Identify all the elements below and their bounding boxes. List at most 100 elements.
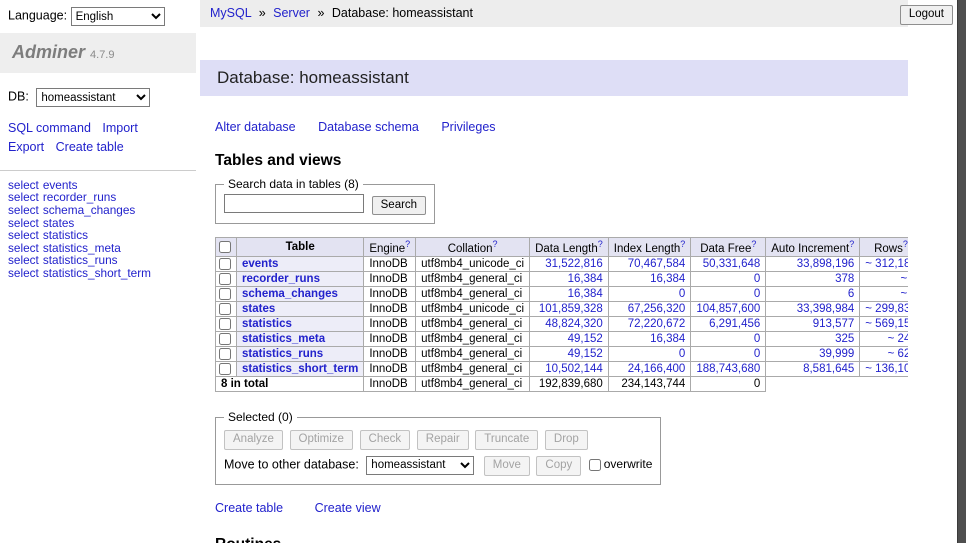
auto-increment-link[interactable]: 8,581,645 (803, 363, 854, 375)
overwrite-option[interactable]: overwrite (588, 457, 653, 471)
table-link[interactable]: statistics_short_term (242, 363, 358, 375)
create-table-link[interactable]: Create table (215, 501, 283, 515)
repair-button[interactable]: Repair (417, 430, 469, 450)
alter-database-link[interactable]: Alter database (215, 120, 296, 134)
language-select[interactable]: English (71, 7, 165, 26)
create-table-link[interactable]: Create table (56, 140, 124, 154)
table-link[interactable]: states (242, 303, 275, 315)
select-link[interactable]: select (8, 203, 39, 217)
rows-count-link[interactable]: ~ 628 (888, 348, 908, 360)
table-link[interactable]: statistics_runs (242, 348, 323, 360)
auto-increment-link[interactable]: 325 (835, 333, 854, 345)
auto-increment-link[interactable]: 39,999 (819, 348, 854, 360)
optimize-button[interactable]: Optimize (290, 430, 353, 450)
import-link[interactable]: Import (102, 121, 137, 135)
logout-button[interactable]: Logout (900, 5, 953, 25)
sql-command-link[interactable]: SQL command (8, 121, 91, 135)
index-length-link[interactable]: 67,256,320 (628, 303, 686, 315)
index-length-link[interactable]: 24,166,400 (628, 363, 686, 375)
rows-count-link[interactable]: ~ 312,180 (865, 258, 908, 270)
create-view-link[interactable]: Create view (315, 501, 381, 515)
data-free-link[interactable]: 6,291,456 (709, 318, 760, 330)
rows-count-link[interactable]: ~ 299,833 (865, 303, 908, 315)
collation-help-link[interactable]: ? (492, 239, 497, 249)
table-link[interactable]: statistics_short_term (43, 266, 151, 280)
row-checkbox[interactable] (219, 273, 231, 285)
table-link[interactable]: statistics_meta (242, 333, 325, 345)
truncate-button[interactable]: Truncate (475, 430, 538, 450)
auto-increment-link[interactable]: 6 (848, 288, 854, 300)
data-length-link[interactable]: 49,152 (568, 348, 603, 360)
database-schema-link[interactable]: Database schema (318, 120, 419, 134)
search-button[interactable]: Search (372, 196, 426, 216)
move-database-select[interactable]: homeassistant (366, 456, 474, 475)
analyze-button[interactable]: Analyze (224, 430, 283, 450)
select-link[interactable]: select (8, 266, 39, 280)
index-length-link[interactable]: 0 (679, 348, 685, 360)
breadcrumb-link-server[interactable]: Server (273, 6, 310, 20)
adminer-logo-link[interactable]: Adminer (12, 42, 85, 62)
row-checkbox[interactable] (219, 318, 231, 330)
rows-count-link[interactable]: ~ 244 (888, 333, 908, 345)
data-length-link[interactable]: 48,824,320 (545, 318, 603, 330)
vertical-scrollbar[interactable] (957, 0, 966, 543)
table-link[interactable]: schema_changes (43, 203, 135, 217)
index-length-link[interactable]: 0 (679, 288, 685, 300)
auto-increment-help-link[interactable]: ? (849, 239, 854, 249)
data-free-link[interactable]: 0 (754, 333, 760, 345)
overwrite-checkbox[interactable] (589, 459, 601, 471)
move-row: Move to other database: homeassistant Mo… (224, 456, 652, 476)
auto-increment-link[interactable]: 33,898,196 (797, 258, 855, 270)
data-length-link[interactable]: 101,859,328 (539, 303, 603, 315)
index-length-link[interactable]: 16,384 (650, 273, 685, 285)
auto-increment-link[interactable]: 33,398,984 (797, 303, 855, 315)
index-length-link[interactable]: 16,384 (650, 333, 685, 345)
auto-increment-link[interactable]: 913,577 (813, 318, 855, 330)
engine-help-link[interactable]: ? (405, 239, 410, 249)
rows-help-link[interactable]: ? (903, 239, 908, 249)
table-link[interactable]: statistics (242, 318, 292, 330)
search-input[interactable] (224, 194, 364, 213)
table-row-states: states InnoDB utf8mb4_unicode_ci 101,859… (216, 302, 909, 317)
export-link[interactable]: Export (8, 140, 44, 154)
data-length-link[interactable]: 49,152 (568, 333, 603, 345)
data-free-link[interactable]: 104,857,600 (696, 303, 760, 315)
rows-count-link[interactable]: ~ 136,108 (865, 363, 908, 375)
data-free-link[interactable]: 188,743,680 (696, 363, 760, 375)
move-button[interactable]: Move (484, 456, 530, 476)
table-link[interactable]: schema_changes (242, 288, 338, 300)
row-checkbox[interactable] (219, 303, 231, 315)
breadcrumb-link-mysql[interactable]: MySQL (210, 6, 251, 20)
data-length-link[interactable]: 16,384 (568, 288, 603, 300)
data-length-link[interactable]: 10,502,144 (545, 363, 603, 375)
data-free-help-link[interactable]: ? (751, 239, 756, 249)
auto-increment-link[interactable]: 378 (835, 273, 854, 285)
rows-count-link[interactable]: ~ 569,159 (865, 318, 908, 330)
table-link[interactable]: events (242, 258, 278, 270)
data-free-link[interactable]: 0 (754, 288, 760, 300)
copy-button[interactable]: Copy (536, 456, 581, 476)
data-length-link[interactable]: 31,522,816 (545, 258, 603, 270)
check-button[interactable]: Check (360, 430, 411, 450)
data-free-link[interactable]: 0 (754, 273, 760, 285)
db-select[interactable]: homeassistant (36, 88, 150, 107)
data-length-help-link[interactable]: ? (598, 239, 603, 249)
drop-button[interactable]: Drop (545, 430, 588, 450)
row-checkbox[interactable] (219, 288, 231, 300)
data-free-link[interactable]: 50,331,648 (703, 258, 761, 270)
rows-count-link[interactable]: ~ 5 (900, 273, 908, 285)
row-checkbox[interactable] (219, 348, 231, 360)
privileges-link[interactable]: Privileges (441, 120, 495, 134)
data-length-link[interactable]: 16,384 (568, 273, 603, 285)
row-checkbox[interactable] (219, 258, 231, 270)
row-checkbox[interactable] (219, 333, 231, 345)
index-length-help-link[interactable]: ? (680, 239, 685, 249)
data-free-link[interactable]: 0 (754, 348, 760, 360)
collation-cell: utf8mb4_unicode_ci (416, 257, 530, 272)
index-length-link[interactable]: 72,220,672 (628, 318, 686, 330)
table-link[interactable]: recorder_runs (242, 273, 320, 285)
row-checkbox[interactable] (219, 363, 231, 375)
select-all-checkbox[interactable] (219, 241, 231, 253)
index-length-link[interactable]: 70,467,584 (628, 258, 686, 270)
rows-count-link[interactable]: ~ 3 (900, 288, 908, 300)
